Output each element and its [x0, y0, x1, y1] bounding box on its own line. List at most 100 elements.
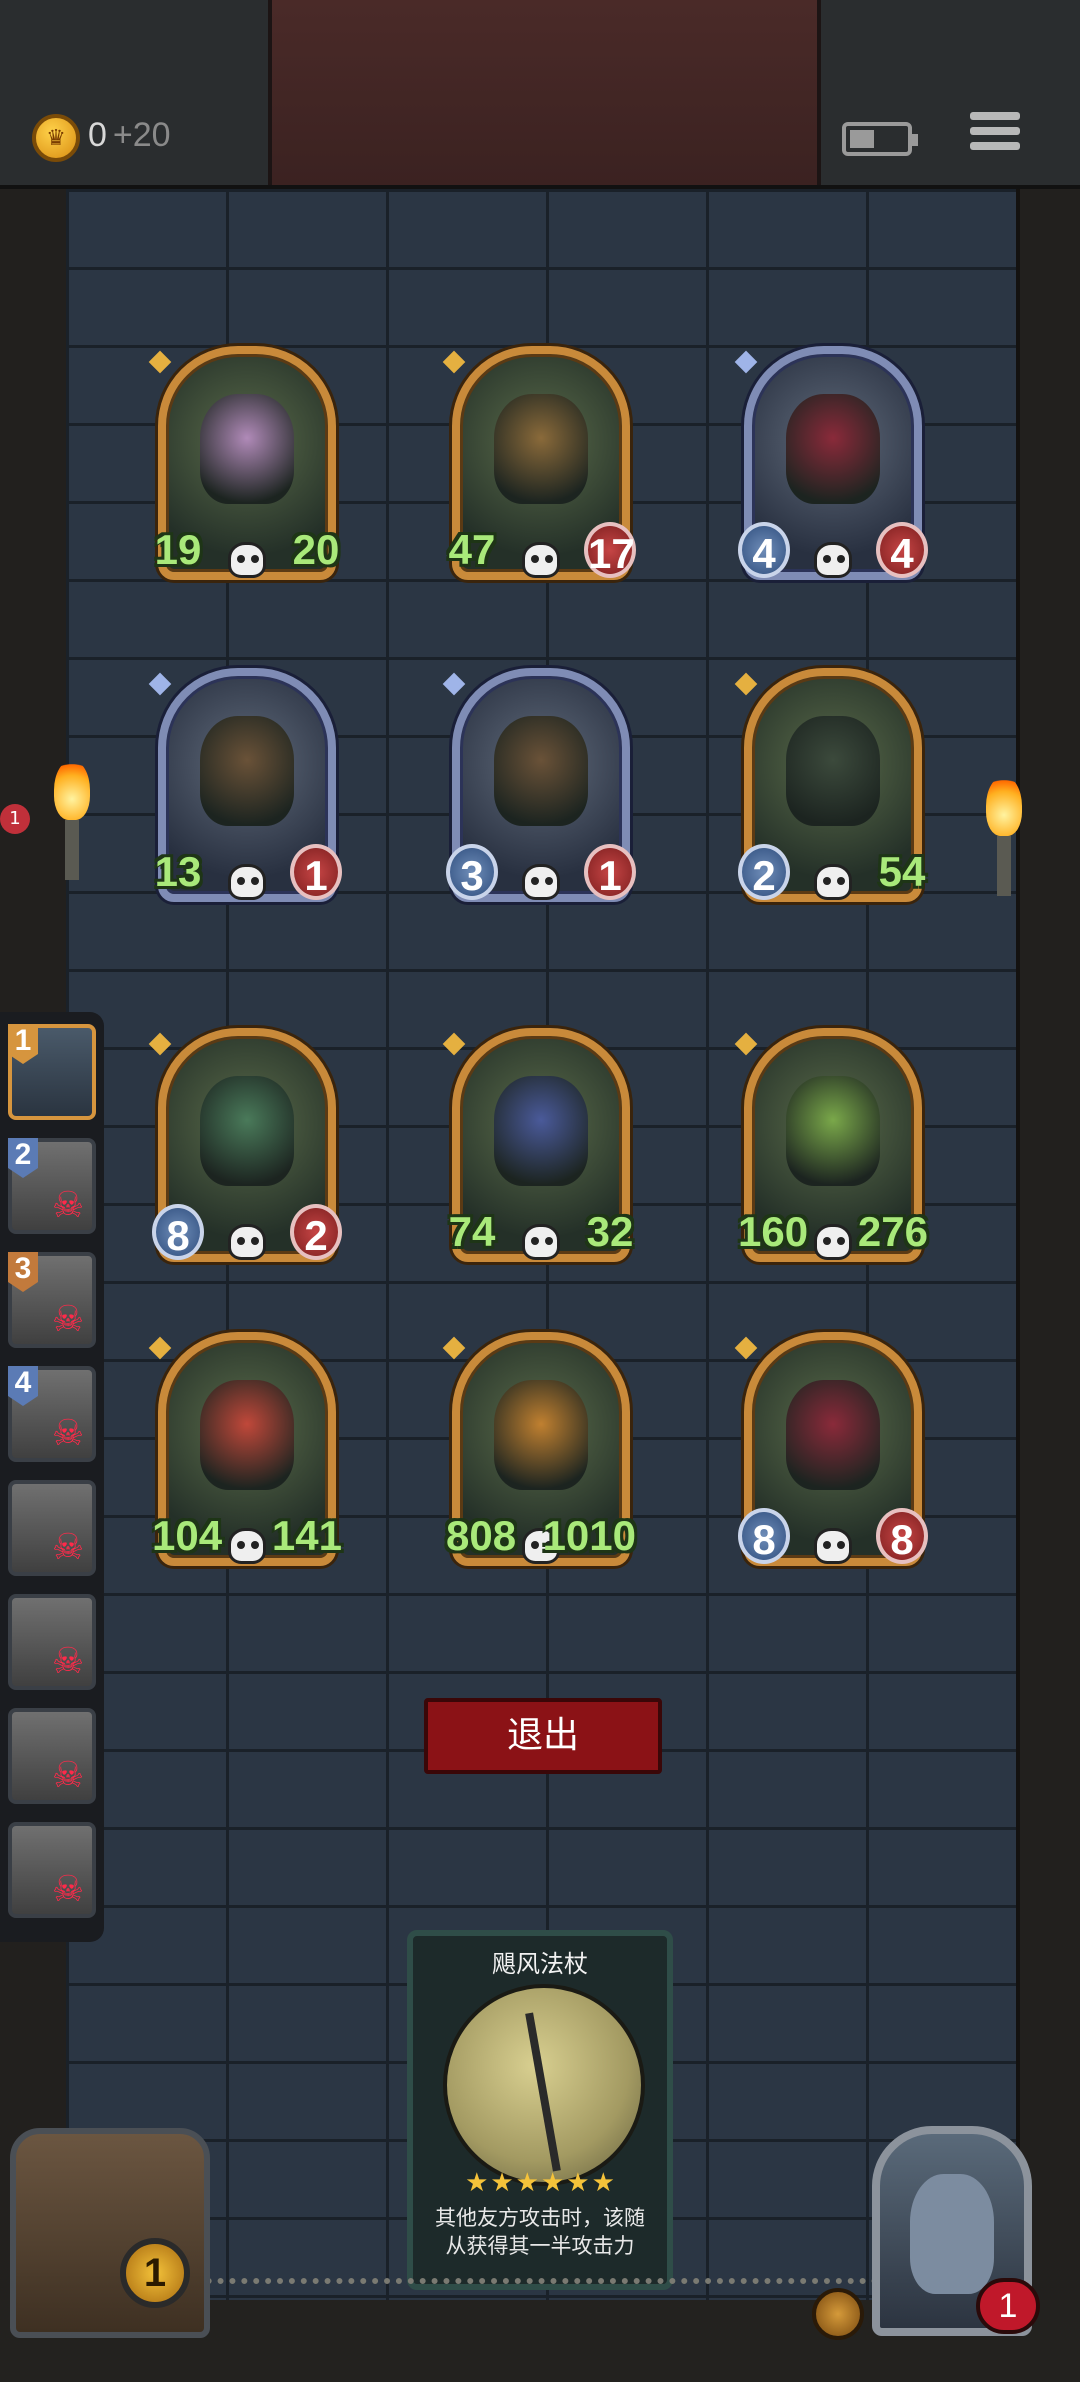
unit-attack: 8 — [738, 1508, 790, 1564]
unit-art — [200, 716, 294, 826]
party-slot[interactable]: 2 ☠ — [8, 1138, 96, 1234]
gold-coin-icon: ♛ — [32, 114, 80, 162]
unit-health: 1010 — [542, 1512, 636, 1559]
hero-lives-heart: 1 — [976, 2278, 1040, 2334]
unit-card[interactable]: 31 — [442, 668, 636, 902]
unit-attack: 8 — [152, 1204, 204, 1260]
unit-health: 17 — [584, 522, 636, 578]
unit-card[interactable]: 74 32 — [442, 1028, 633, 1262]
hero-art — [910, 2174, 994, 2294]
chain-decoration — [170, 2278, 890, 2298]
unit-health: 1 — [584, 844, 636, 900]
gold-bonus: +20 — [112, 116, 171, 154]
skull-icon — [228, 1528, 266, 1564]
skull-icon — [814, 542, 852, 578]
unit-attack: 47 — [448, 526, 496, 573]
party-slot[interactable]: ☠ — [8, 1480, 96, 1576]
slot-number: 2 — [8, 1138, 38, 1178]
skull-icon — [522, 1224, 560, 1260]
spell-description: 其他友方攻击时，该随从获得其一半攻击力 — [435, 2206, 645, 2258]
skull-icon — [814, 1528, 852, 1564]
skull-icon — [228, 864, 266, 900]
unit-attack: 13 — [154, 848, 202, 895]
unit-attack: 2 — [738, 844, 790, 900]
unit-art — [200, 1076, 294, 1186]
dead-skull-icon: ☠ — [51, 1755, 85, 1796]
unit-card[interactable]: 44 — [734, 346, 928, 580]
trophy-icon[interactable] — [812, 2288, 864, 2340]
unit-art — [786, 716, 880, 826]
unit-art — [200, 394, 294, 504]
unit-health: 20 — [292, 526, 340, 573]
slot-number: 4 — [8, 1366, 38, 1406]
backpack-button[interactable] — [10, 2128, 210, 2338]
party-list: 1 2 ☠ 3 ☠ 4 ☠ ☠ ☠ ☠ ☠ — [0, 1012, 104, 1942]
unit-art — [494, 1076, 588, 1186]
unit-health: 8 — [876, 1508, 928, 1564]
unit-health: 32 — [586, 1208, 634, 1255]
right-pillar — [1016, 189, 1080, 2382]
exit-button[interactable]: 退出 — [424, 1698, 662, 1774]
dead-skull-icon: ☠ — [51, 1413, 85, 1454]
skull-icon — [522, 864, 560, 900]
spell-card[interactable]: 飓风法杖 ★★★★★★ 其他友方攻击时，该随从获得其一半攻击力 — [407, 1930, 673, 2290]
top-bar: ♛ 0 +20 — [0, 0, 1080, 189]
unit-attack: 808 — [446, 1512, 517, 1559]
unit-attack: 19 — [154, 526, 202, 573]
spell-title: 飓风法杖 — [492, 1950, 588, 1978]
dead-skull-icon: ☠ — [51, 1185, 85, 1226]
party-slot[interactable]: 3 ☠ — [8, 1252, 96, 1348]
gold-counter: 0 +20 — [88, 116, 171, 155]
unit-attack: 160 — [738, 1208, 809, 1255]
skull-icon — [522, 542, 560, 578]
unit-art — [786, 394, 880, 504]
unit-attack: 3 — [446, 844, 498, 900]
skull-icon — [814, 1224, 852, 1260]
unit-art — [494, 716, 588, 826]
skull-icon — [814, 864, 852, 900]
unit-health: 276 — [857, 1208, 928, 1255]
backpack-count: 1 — [120, 2238, 190, 2308]
unit-card[interactable]: 808 1010 — [442, 1332, 636, 1566]
slot-number: 1 — [8, 1024, 38, 1064]
unit-health: 54 — [878, 848, 926, 895]
unit-card[interactable]: 82 — [148, 1028, 342, 1262]
unit-art — [494, 1380, 588, 1490]
unit-attack: 4 — [738, 522, 790, 578]
curtain-banner — [268, 0, 821, 185]
staff-icon — [443, 1984, 645, 2186]
star-rating: ★★★★★★ — [465, 2168, 617, 2198]
torch-left-icon — [54, 760, 90, 880]
unit-health: 1 — [290, 844, 342, 900]
unit-health: 4 — [876, 522, 928, 578]
party-slot[interactable]: ☠ — [8, 1708, 96, 1804]
dead-skull-icon: ☠ — [51, 1527, 85, 1568]
unit-card[interactable]: 47 17 — [442, 346, 636, 580]
unit-card[interactable]: 19 20 — [148, 346, 339, 580]
unit-attack: 104 — [152, 1512, 223, 1559]
unit-card[interactable]: 88 — [734, 1332, 928, 1566]
unit-card[interactable]: 104 141 — [148, 1332, 342, 1566]
dead-skull-icon: ☠ — [51, 1641, 85, 1682]
notification-badge: 1 — [0, 804, 30, 834]
unit-art — [786, 1076, 880, 1186]
party-slot[interactable]: ☠ — [8, 1822, 96, 1918]
dead-skull-icon: ☠ — [51, 1299, 85, 1340]
unit-attack: 74 — [448, 1208, 496, 1255]
party-slot[interactable]: ☠ — [8, 1594, 96, 1690]
party-slot[interactable]: 1 — [8, 1024, 96, 1120]
unit-card[interactable]: 13 1 — [148, 668, 342, 902]
party-slot[interactable]: 4 ☠ — [8, 1366, 96, 1462]
slot-number: 3 — [8, 1252, 38, 1292]
unit-health: 141 — [271, 1512, 342, 1559]
unit-health: 2 — [290, 1204, 342, 1260]
menu-icon[interactable] — [970, 112, 1020, 158]
unit-card[interactable]: 160 276 — [734, 1028, 928, 1262]
battery-icon — [842, 122, 918, 156]
skull-icon — [228, 542, 266, 578]
unit-card[interactable]: 2 54 — [734, 668, 925, 902]
unit-art — [786, 1380, 880, 1490]
unit-art — [200, 1380, 294, 1490]
torch-right-icon — [986, 776, 1022, 896]
dead-skull-icon: ☠ — [51, 1869, 85, 1910]
